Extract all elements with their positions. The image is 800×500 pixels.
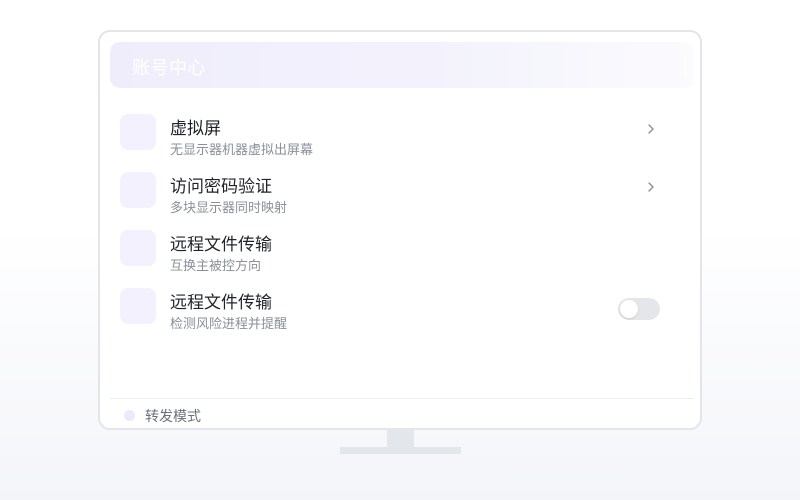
setting-title: 访问密码验证 [170,177,272,196]
monitor-stand-neck [387,430,414,447]
forward-mode-label[interactable]: 转发模式 [145,406,201,426]
setting-title: 远程文件传输 [170,235,272,254]
risk-detection-toggle[interactable] [618,298,660,320]
setting-subtitle: 互换主被控方向 [170,258,262,273]
setting-row-file-transfer[interactable]: 远程文件传输 互换主被控方向 [120,228,680,286]
monitor-stand-base [340,447,461,454]
setting-subtitle: 无显示器机器虚拟出屏幕 [170,142,314,157]
password-icon [120,172,156,208]
chevron-right-icon[interactable] [644,122,658,136]
setting-row-virtual-screen[interactable]: 虚拟屏 无显示器机器虚拟出屏幕 [120,112,680,170]
virtual-screen-icon [120,114,156,150]
status-dot-icon [124,410,135,421]
setting-subtitle: 检测风险进程并提醒 [170,316,288,331]
toggle-knob [620,300,638,318]
setting-row-password-verification[interactable]: 访问密码验证 多块显示器同时映射 [120,170,680,228]
chevron-right-icon[interactable] [644,180,658,194]
monitor-screen: 账号中心 虚拟屏 无显示器机器虚拟出屏幕 访问密码验证 多块显示器同时映射 远程… [98,30,702,430]
setting-row-file-transfer-risk: 远程文件传输 检测风险进程并提醒 [120,286,680,344]
header-divider [685,54,686,76]
risk-detection-icon [120,288,156,324]
header-bar: 账号中心 [110,42,694,88]
setting-subtitle: 多块显示器同时映射 [170,200,288,215]
settings-list: 虚拟屏 无显示器机器虚拟出屏幕 访问密码验证 多块显示器同时映射 远程文件传输 … [120,112,680,344]
page-title: 账号中心 [132,58,206,78]
setting-title: 虚拟屏 [170,119,221,138]
file-transfer-icon [120,230,156,266]
setting-title: 远程文件传输 [170,293,272,312]
footer-bar: 转发模式 [110,398,694,428]
